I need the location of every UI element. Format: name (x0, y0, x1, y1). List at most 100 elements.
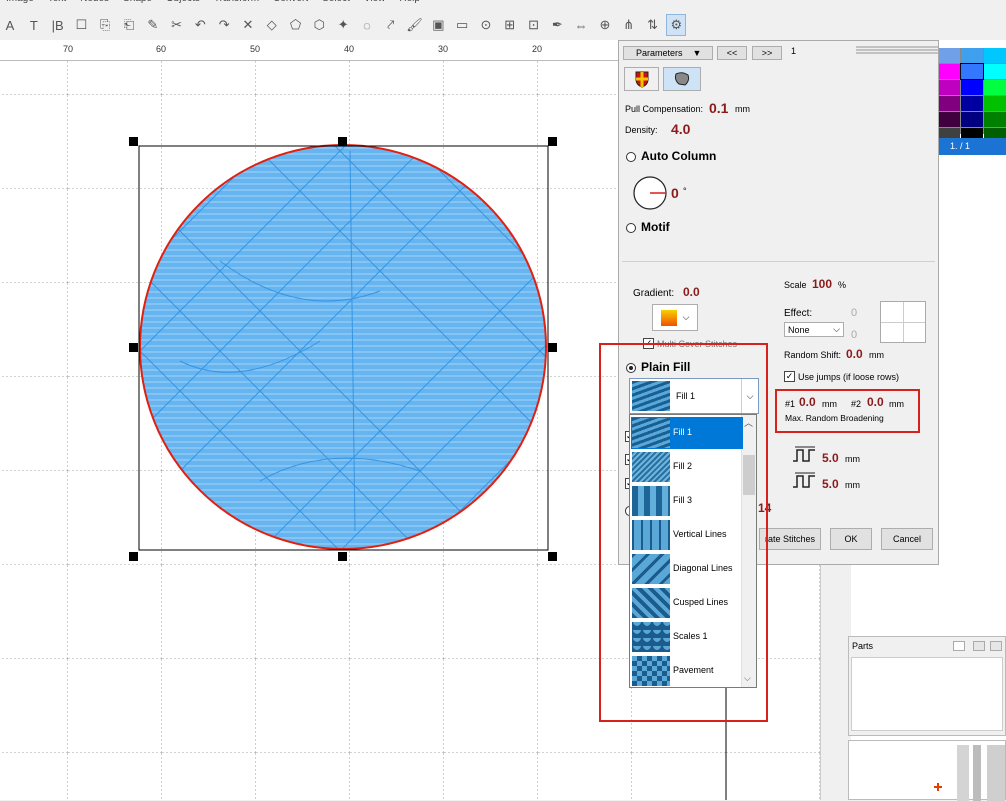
applique-icon[interactable]: ⊡ (524, 14, 544, 36)
tb-icon[interactable]: |B (48, 14, 68, 36)
a-icon[interactable]: A (0, 14, 20, 36)
pull-comp-value[interactable]: 0.1 (709, 100, 728, 116)
effect-select[interactable]: None ⌵ (784, 322, 844, 337)
text-icon[interactable]: T (24, 14, 44, 36)
undo-icon[interactable]: ↶ (190, 14, 210, 36)
color-swatch[interactable] (938, 64, 960, 79)
pull-comp-label: Pull Compensation: (625, 104, 704, 114)
ruler-label: 60 (156, 44, 167, 54)
settings-icon[interactable]: ⚙ (666, 14, 687, 36)
menu-item[interactable]: Transform (214, 0, 259, 5)
menu-item[interactable]: Image (6, 0, 34, 5)
node-icon[interactable]: ◇ (262, 14, 282, 36)
pull-comp-unit: mm (735, 104, 750, 114)
align-icon[interactable]: ⇔ (571, 14, 591, 36)
frame-icon[interactable]: ▭ (452, 14, 472, 36)
title-grip-icon (856, 46, 938, 54)
color-swatch[interactable] (961, 96, 983, 111)
color-swatch[interactable] (984, 96, 1006, 111)
color-swatch[interactable] (984, 48, 1006, 63)
angle-value[interactable]: 0 (671, 185, 679, 201)
tab-shield[interactable] (624, 67, 659, 91)
color-swatch[interactable] (984, 80, 1006, 95)
motif-radio[interactable] (626, 223, 636, 233)
tab-parameters[interactable]: Parameters ▼ (623, 46, 713, 60)
parts-minimize-button[interactable] (973, 641, 985, 651)
color-swatch[interactable] (938, 112, 960, 127)
parts-blank-button[interactable] (953, 641, 965, 651)
menu-item[interactable]: Nodes (80, 0, 109, 5)
stitch-length-1-value[interactable]: 5.0 (822, 451, 839, 465)
scroll-strip (820, 565, 851, 800)
use-jumps-checkbox[interactable]: ✓ (784, 371, 795, 382)
color-swatch[interactable] (961, 80, 983, 95)
menu-bar: Image Text Nodes Shape Objects Transform Conve… (0, 0, 420, 5)
color-swatch[interactable] (984, 64, 1006, 79)
parts-close-button[interactable] (990, 641, 1002, 651)
next-button[interactable]: >> (752, 46, 782, 60)
generate-stitches-button[interactable]: rate Stitches (759, 528, 821, 550)
ruler-label: 20 (532, 44, 543, 54)
highlight-box-fill (599, 343, 768, 722)
angle-dial-icon[interactable] (632, 175, 668, 211)
scale-value[interactable]: 100 (812, 277, 832, 291)
motif-label: Motif (641, 220, 670, 234)
group-icon[interactable]: ⬡ (309, 14, 329, 36)
shield-icon (635, 71, 648, 88)
ok-button[interactable]: OK (830, 528, 872, 550)
center-icon[interactable]: ⊕ (595, 14, 615, 36)
random-shift-value[interactable]: 0.0 (846, 347, 863, 361)
brush-icon[interactable]: 🖌 (405, 14, 425, 36)
color-swatch[interactable] (938, 80, 960, 95)
color-swatch[interactable] (961, 48, 983, 63)
chevron-down-icon: ⌵ (833, 324, 840, 334)
wand-icon[interactable]: ✦ (333, 14, 353, 36)
pen-icon[interactable]: ✒ (547, 14, 567, 36)
color-swatch[interactable] (938, 96, 960, 111)
menu-item[interactable]: Help (399, 0, 420, 5)
menu-item[interactable]: Shape (123, 0, 152, 5)
chevron-down-icon: ⌵ (682, 312, 690, 322)
edit-icon[interactable]: ✎ (143, 14, 163, 36)
color-palette[interactable] (938, 48, 1006, 143)
ruler-label: 40 (344, 44, 355, 54)
tab-shape[interactable] (663, 67, 701, 91)
layer-bar[interactable]: 1. / 1 (938, 138, 1006, 155)
menu-item[interactable]: Convert (273, 0, 308, 5)
distribute-icon[interactable]: ⋔ (619, 14, 639, 36)
effect-value: None (788, 324, 810, 335)
effect-num-1: 0 (851, 307, 858, 319)
menu-item[interactable]: Select (322, 0, 350, 5)
redo-icon[interactable]: ↷ (214, 14, 234, 36)
lasso-icon[interactable]: ◌ (357, 14, 377, 36)
gradient-value[interactable]: 0.0 (683, 285, 700, 299)
menu-item[interactable]: Objects (166, 0, 200, 5)
density-value[interactable]: 4.0 (671, 121, 690, 137)
cut-icon[interactable]: ✂ (167, 14, 187, 36)
color-swatch[interactable] (960, 63, 984, 80)
prev-button[interactable]: << (717, 46, 747, 60)
flip-icon[interactable]: ⇅ (643, 14, 663, 36)
color-swatch[interactable] (938, 48, 960, 63)
parts-list[interactable] (851, 657, 1003, 731)
shape-icon[interactable]: ⬠ (286, 14, 306, 36)
eyedropper-icon[interactable]: ⤤ (381, 14, 401, 36)
menu-item[interactable]: Text (48, 0, 66, 5)
cancel-button[interactable]: Cancel (881, 528, 933, 550)
auto-column-radio[interactable] (626, 152, 636, 162)
auto-column-label: Auto Column (641, 149, 717, 163)
paste-icon[interactable]: ⎗ (119, 14, 139, 36)
copy-icon[interactable]: ⎘ (95, 14, 115, 36)
close-icon[interactable]: ✕ (238, 14, 258, 36)
color-swatch[interactable] (984, 112, 1006, 127)
divider (622, 261, 935, 262)
stitch-length-2-value[interactable]: 5.0 (822, 477, 839, 491)
fill-icon[interactable]: ▣ (428, 14, 448, 36)
capture-icon[interactable]: ⊙ (476, 14, 496, 36)
emboss-icon[interactable]: ⊞ (500, 14, 520, 36)
menu-item[interactable]: View (364, 0, 386, 5)
gradient-select[interactable]: ⌵ (652, 304, 698, 331)
color-swatch[interactable] (961, 112, 983, 127)
page-icon[interactable]: ☐ (71, 14, 91, 36)
main-toolbar: Image Text Nodes Shape Objects Transform Conve… (0, 0, 1006, 41)
